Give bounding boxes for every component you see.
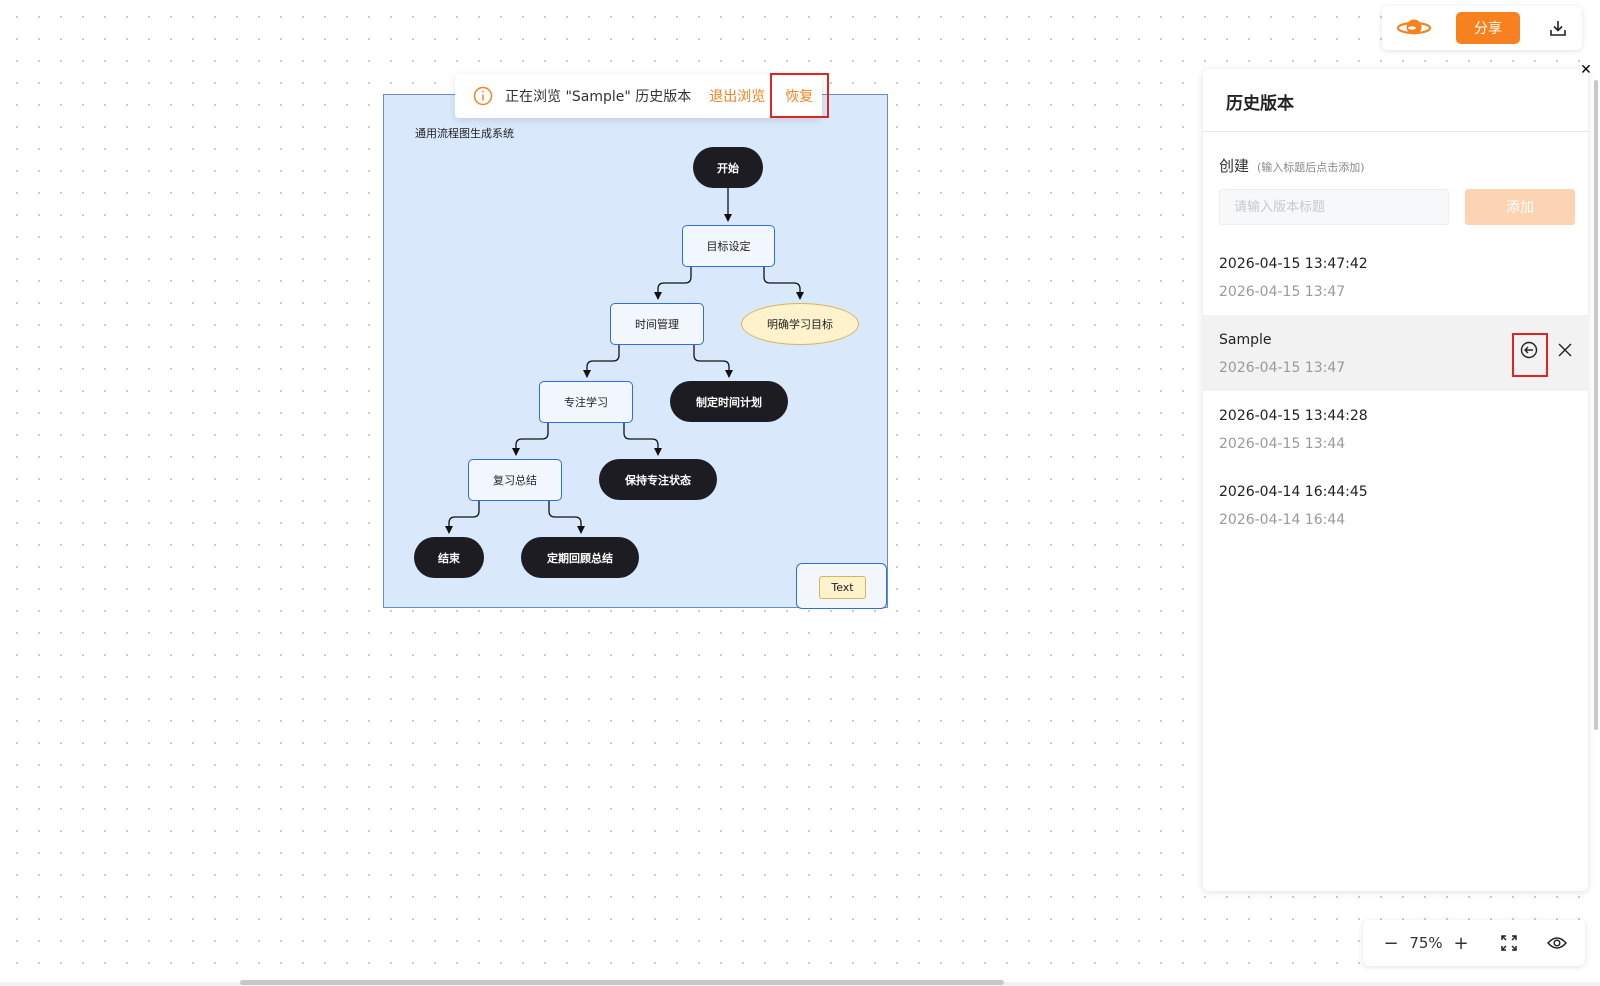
create-hint: (输入标题后点击添加) xyxy=(1257,161,1365,174)
share-button[interactable]: 分享 xyxy=(1456,12,1520,44)
history-browse-banner: 正在浏览 "Sample" 历史版本 退出浏览 恢复 xyxy=(455,73,830,118)
version-list: 2026-04-15 13:47:42 2026-04-15 13:47 Sam… xyxy=(1203,239,1588,543)
node-keep-focus[interactable]: 保持专注状态 xyxy=(599,459,717,500)
version-title-input[interactable] xyxy=(1219,189,1449,225)
version-time: 2026-04-14 16:44 xyxy=(1219,512,1346,528)
text-chip[interactable]: Text xyxy=(819,576,866,599)
version-name: 2026-04-14 16:44:45 xyxy=(1219,484,1368,500)
node-review[interactable]: 复习总结 xyxy=(468,459,562,501)
panel-divider xyxy=(1203,131,1588,132)
flowchart-connectors xyxy=(445,187,804,534)
version-item[interactable]: 2026-04-15 13:47:42 2026-04-15 13:47 xyxy=(1203,239,1588,315)
planet-logo-icon[interactable] xyxy=(1394,13,1434,43)
exit-browse-link[interactable]: 退出浏览 xyxy=(709,86,765,106)
node-make-plan[interactable]: 制定时间计划 xyxy=(670,381,788,422)
vertical-scrollbar[interactable] xyxy=(1594,80,1598,730)
version-time: 2026-04-15 13:47 xyxy=(1219,284,1346,300)
version-item[interactable]: 2026-04-15 13:44:28 2026-04-15 13:44 xyxy=(1203,391,1588,467)
panel-title: 历史版本 xyxy=(1226,94,1294,114)
flowchart-canvas[interactable]: 通用流程图生成系统 开始 目标设定 明确学习目标 时间管理 制定时间计划 专注学… xyxy=(383,94,888,609)
version-item-active[interactable]: Sample 2026-04-15 13:47 xyxy=(1203,315,1588,391)
text-container[interactable]: Text xyxy=(796,563,887,609)
node-start[interactable]: 开始 xyxy=(693,147,763,188)
restore-version-icon[interactable] xyxy=(1512,333,1548,377)
node-time-management[interactable]: 时间管理 xyxy=(610,303,704,345)
history-panel: 历史版本 创建 (输入标题后点击添加) 添加 2026-04-15 13:47:4… xyxy=(1203,69,1588,891)
version-time: 2026-04-15 13:44 xyxy=(1219,436,1346,452)
node-regular-review[interactable]: 定期回顾总结 xyxy=(521,537,639,578)
create-label: 创建 (输入标题后点击添加) xyxy=(1219,155,1365,176)
fullscreen-icon[interactable] xyxy=(1499,933,1519,953)
node-goal-setting[interactable]: 目标设定 xyxy=(682,225,775,267)
version-name: 2026-04-15 13:44:28 xyxy=(1219,408,1368,424)
eye-icon[interactable] xyxy=(1547,933,1567,953)
add-version-button[interactable]: 添加 xyxy=(1465,189,1575,225)
version-item[interactable]: 2026-04-14 16:44:45 2026-04-14 16:44 xyxy=(1203,467,1588,543)
zoom-level: 75% xyxy=(1409,934,1443,952)
zoom-out-icon[interactable]: − xyxy=(1381,933,1401,954)
info-icon xyxy=(473,86,493,106)
banner-message: 正在浏览 "Sample" 历史版本 xyxy=(505,89,692,105)
zoom-bar: − 75% + xyxy=(1363,920,1585,966)
zoom-in-icon[interactable]: + xyxy=(1451,933,1471,954)
restore-link[interactable]: 恢复 xyxy=(770,73,830,118)
top-toolbar: 分享 xyxy=(1382,6,1582,50)
node-clear-goal[interactable]: 明确学习目标 xyxy=(741,303,859,345)
version-name: 2026-04-15 13:47:42 xyxy=(1219,256,1368,272)
node-focus-study[interactable]: 专注学习 xyxy=(539,381,633,423)
node-end[interactable]: 结束 xyxy=(414,537,484,578)
horizontal-scrollbar[interactable] xyxy=(240,980,1004,985)
delete-version-icon[interactable] xyxy=(1556,341,1574,359)
close-icon[interactable]: ✕ xyxy=(1578,62,1594,78)
download-icon[interactable] xyxy=(1542,12,1574,44)
create-label-text: 创建 xyxy=(1219,157,1250,175)
